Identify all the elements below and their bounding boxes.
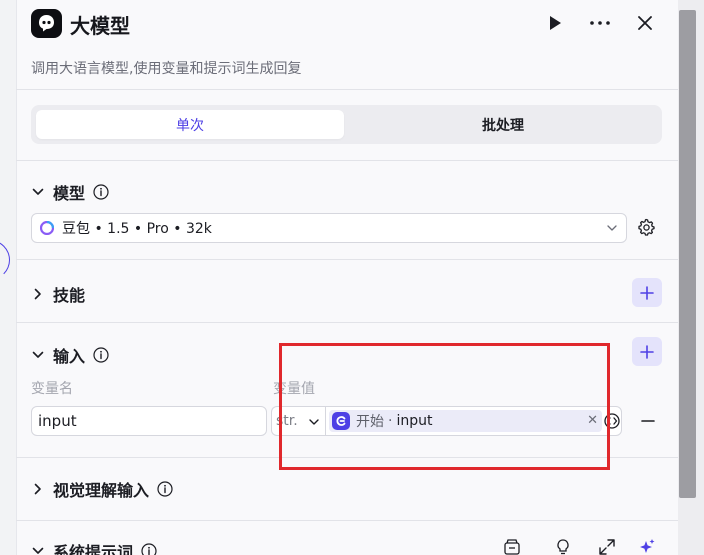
variable-name-column-label: 变量名 [31,381,73,397]
chevron-down-icon [31,348,45,362]
node-title[interactable]: 大模型 [70,10,130,39]
close-panel-button[interactable] [632,10,658,36]
close-icon [638,16,652,30]
canvas-edge [0,0,16,555]
system-prompt-section-label: 系统提示词 [53,543,134,555]
tab-single[interactable]: 单次 [36,110,344,139]
chevron-right-icon [31,482,45,496]
skills-section-label: 技能 [53,286,86,305]
play-icon [550,16,561,30]
panel-header: 大模型 调用大语言模型,使用变量和提示词生成回复 [16,0,678,90]
input-section-label: 输入 [53,347,86,366]
library-icon [504,539,520,555]
add-input-button[interactable] [632,337,662,366]
doubao-logo-icon [40,221,54,235]
info-icon[interactable] [141,543,157,555]
info-icon[interactable] [157,481,173,497]
divider [16,259,678,260]
skills-section-header[interactable]: 技能 [31,282,85,306]
bulb-icon [557,539,569,555]
expand-prompt-button[interactable] [598,538,616,555]
plus-icon [640,285,654,300]
node-description[interactable]: 调用大语言模型,使用变量和提示词生成回复 [31,58,301,78]
annotation-highlight-box [279,343,610,470]
model-select[interactable]: 豆包 • 1.5 • Pro • 32k [31,213,627,243]
minus-icon [641,420,655,422]
sparkle-icon [640,539,655,553]
mode-tabs: 单次 批处理 [31,105,662,144]
prompt-tips-button[interactable] [554,538,572,555]
panel-scrollbar-thumb[interactable] [679,10,696,498]
vision-input-section-label: 视觉理解输入 [53,481,150,500]
gear-icon [638,218,655,236]
divider [16,520,678,521]
divider [16,160,678,161]
more-options-button[interactable] [587,10,613,36]
add-skill-button[interactable] [632,278,662,307]
model-select-value: 豆包 • 1.5 • Pro • 32k [62,221,212,237]
chevron-down-icon [31,544,45,555]
model-section-header[interactable]: 模型 [31,180,109,204]
system-prompt-section-header[interactable]: 系统提示词 [31,539,157,555]
ai-optimize-prompt-button[interactable] [638,538,656,555]
run-node-button[interactable] [542,10,568,36]
variable-name-input[interactable] [31,406,267,436]
info-icon[interactable] [93,184,109,200]
prompt-library-button[interactable] [503,538,521,555]
model-settings-button[interactable] [637,218,655,240]
more-icon [590,21,610,25]
chevron-down-icon [607,225,617,231]
remove-input-button[interactable] [638,411,658,431]
vision-input-section-header[interactable]: 视觉理解输入 [31,477,173,501]
model-section-label: 模型 [53,184,86,203]
input-section-header[interactable]: 输入 [31,343,109,367]
plus-icon [640,344,654,359]
expand-icon [599,539,615,555]
info-icon[interactable] [93,347,109,363]
llm-node-icon [31,9,62,38]
divider [16,322,678,323]
chevron-right-icon [31,287,45,301]
tab-batch[interactable]: 批处理 [349,110,657,139]
chevron-down-icon [31,185,45,199]
